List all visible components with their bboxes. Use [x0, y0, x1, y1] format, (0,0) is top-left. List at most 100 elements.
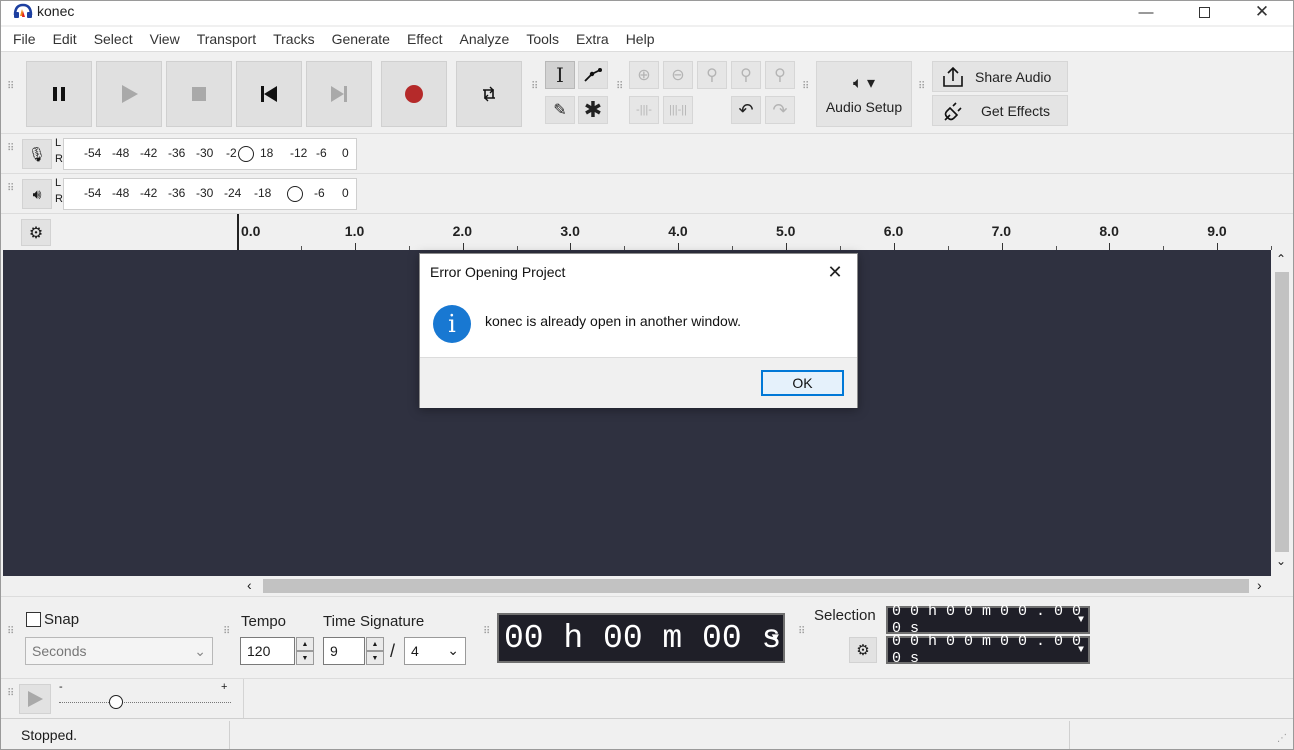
zoom-in-button[interactable]: ⊕	[629, 61, 659, 89]
meter-tick-label: -54	[84, 186, 102, 200]
play-speed-grip[interactable]: ⠿	[7, 689, 14, 699]
record-button[interactable]	[381, 61, 447, 127]
menu-tools[interactable]: Tools	[526, 31, 567, 47]
speed-slider-thumb[interactable]	[109, 695, 123, 709]
menu-tracks[interactable]: Tracks	[273, 31, 322, 47]
share-grip[interactable]: ⠿	[918, 82, 925, 92]
tools-grip[interactable]: ⠿	[531, 82, 538, 92]
speed-slider-track[interactable]	[59, 702, 231, 703]
chevron-down-icon[interactable]: ▼	[1078, 645, 1084, 656]
scroll-down-icon[interactable]: ⌄	[1276, 554, 1286, 568]
stop-button[interactable]	[166, 61, 232, 127]
scroll-left-icon[interactable]: ‹	[247, 577, 252, 593]
time-grip[interactable]: ⠿	[483, 627, 490, 637]
time-sig-up-button[interactable]: ▲	[366, 637, 384, 651]
meter-tick-label: 0	[342, 186, 349, 200]
vertical-scrollbar[interactable]: ⌃ ⌄	[1271, 250, 1293, 576]
selection-settings-button[interactable]: ⚙	[849, 637, 877, 663]
pause-button[interactable]	[26, 61, 92, 127]
zoom-fit-selection-icon: ⚲	[706, 67, 718, 84]
silence-audio-button[interactable]: |||-||	[663, 96, 693, 124]
resize-grip-icon[interactable]: ⋰	[1277, 733, 1287, 744]
timeline-settings-button[interactable]: ⚙	[21, 219, 51, 246]
menu-help[interactable]: Help	[626, 31, 663, 47]
horizontal-scroll-thumb[interactable]	[263, 579, 1249, 593]
time-sig-down-button[interactable]: ▼	[366, 651, 384, 665]
divider	[229, 721, 230, 749]
skip-to-start-button[interactable]	[236, 61, 302, 127]
scroll-right-icon[interactable]: ›	[1257, 577, 1262, 593]
undo-button[interactable]: ↶	[731, 96, 761, 124]
speed-minus-label: -	[59, 681, 63, 693]
trim-audio-button[interactable]: -|||-	[629, 96, 659, 124]
loop-button[interactable]	[456, 61, 522, 127]
get-effects-label: Get Effects	[981, 102, 1050, 119]
zoom-toggle-button[interactable]: ⚲	[765, 61, 795, 89]
fit-selection-button[interactable]: ⚲	[697, 61, 727, 89]
audio-setup-label: Audio Setup	[825, 99, 903, 115]
share-audio-button[interactable]: Share Audio	[932, 61, 1068, 92]
error-dialog: Error Opening Project ✕ i konec is alrea…	[419, 253, 858, 408]
play-meter-grip[interactable]: ⠿	[7, 184, 14, 194]
audio-setup-grip[interactable]: ⠿	[802, 82, 809, 92]
toolbar-grip[interactable]: ⠿	[7, 82, 14, 92]
menu-effect[interactable]: Effect	[407, 31, 451, 47]
play-at-speed-button[interactable]	[19, 684, 51, 714]
selection-tool-button[interactable]: I	[545, 61, 575, 89]
selection-end-field[interactable]: 0 0 h 0 0 m 0 0 . 0 0 0 s ▼	[886, 633, 1090, 667]
playback-meter[interactable]: -54 -48 -42 -36 -30 -24 -18 -6 0	[63, 178, 357, 210]
tempo-grip[interactable]: ⠿	[223, 627, 230, 637]
snap-grip[interactable]: ⠿	[7, 627, 14, 637]
ok-button[interactable]: OK	[761, 370, 844, 396]
get-effects-button[interactable]: Get Effects	[932, 95, 1068, 126]
record-meter-grip[interactable]: ⠿	[7, 144, 14, 154]
speaker-meter-button[interactable]: 🔊︎	[22, 179, 52, 209]
maximize-button[interactable]	[1181, 1, 1227, 23]
selection-grip[interactable]: ⠿	[798, 627, 805, 637]
tempo-down-button[interactable]: ▼	[296, 651, 314, 665]
fit-project-button[interactable]: ⚲	[731, 61, 761, 89]
menu-generate[interactable]: Generate	[332, 31, 398, 47]
horizontal-scrollbar[interactable]: ‹ ›	[241, 576, 1271, 596]
snap-unit-value: Seconds	[32, 643, 87, 659]
multi-tool-button[interactable]: ✱	[578, 96, 608, 124]
playback-level-slider-thumb[interactable]	[287, 186, 303, 202]
time-signature-top-input[interactable]: 9	[323, 637, 365, 665]
maximize-icon	[1198, 6, 1210, 18]
recording-meter[interactable]: -54 -48 -42 -36 -30 -2 18 -12 -6 0	[63, 138, 357, 170]
redo-button[interactable]: ↷	[765, 96, 795, 124]
play-button[interactable]	[96, 61, 162, 127]
tempo-up-button[interactable]: ▲	[296, 637, 314, 651]
meter-tick-label: -18	[254, 186, 272, 200]
menu-extra[interactable]: Extra	[576, 31, 617, 47]
selection-start-field[interactable]: 0 0 h 0 0 m 0 0 . 0 0 0 s ▼	[886, 603, 1090, 637]
pause-icon	[53, 87, 65, 101]
scroll-up-icon[interactable]: ⌃	[1276, 252, 1286, 266]
chevron-down-icon[interactable]: ▼	[1078, 615, 1084, 626]
menu-edit[interactable]: Edit	[53, 31, 85, 47]
timeline-ruler[interactable]: ⚙ 0.0 1.0 2.0 3.0 4.0 5.0 6.0 7.0 8.0 9.0	[1, 213, 1293, 251]
zoom-out-button[interactable]: ⊖	[663, 61, 693, 89]
snap-unit-select[interactable]: Seconds ⌄	[25, 637, 213, 665]
menu-transport[interactable]: Transport	[197, 31, 264, 47]
record-level-slider-thumb[interactable]	[238, 146, 254, 162]
menu-select[interactable]: Select	[94, 31, 141, 47]
vertical-scroll-thumb[interactable]	[1275, 272, 1289, 552]
menu-view[interactable]: View	[150, 31, 188, 47]
time-display-menu-icon[interactable]: ▼	[772, 631, 779, 645]
minimize-button[interactable]: —	[1123, 1, 1169, 23]
time-display[interactable]: 00 h 00 m 00 s ▼	[497, 613, 785, 663]
audio-setup-button[interactable]: 🔈︎ ▾ Audio Setup	[816, 61, 912, 127]
snap-checkbox[interactable]	[26, 612, 41, 627]
menu-analyze[interactable]: Analyze	[460, 31, 518, 47]
envelope-tool-button[interactable]	[578, 61, 608, 89]
tempo-input[interactable]: 120	[240, 637, 295, 665]
close-window-button[interactable]: ✕	[1239, 1, 1285, 23]
time-signature-bottom-select[interactable]: 4 ⌄	[404, 637, 466, 665]
skip-to-end-button[interactable]	[306, 61, 372, 127]
dialog-close-button[interactable]: ✕	[823, 260, 847, 284]
menu-file[interactable]: File	[13, 31, 44, 47]
microphone-button[interactable]: 🎙︎	[22, 139, 52, 169]
draw-tool-button[interactable]: ✎	[545, 96, 575, 124]
edit-grip[interactable]: ⠿	[616, 82, 623, 92]
